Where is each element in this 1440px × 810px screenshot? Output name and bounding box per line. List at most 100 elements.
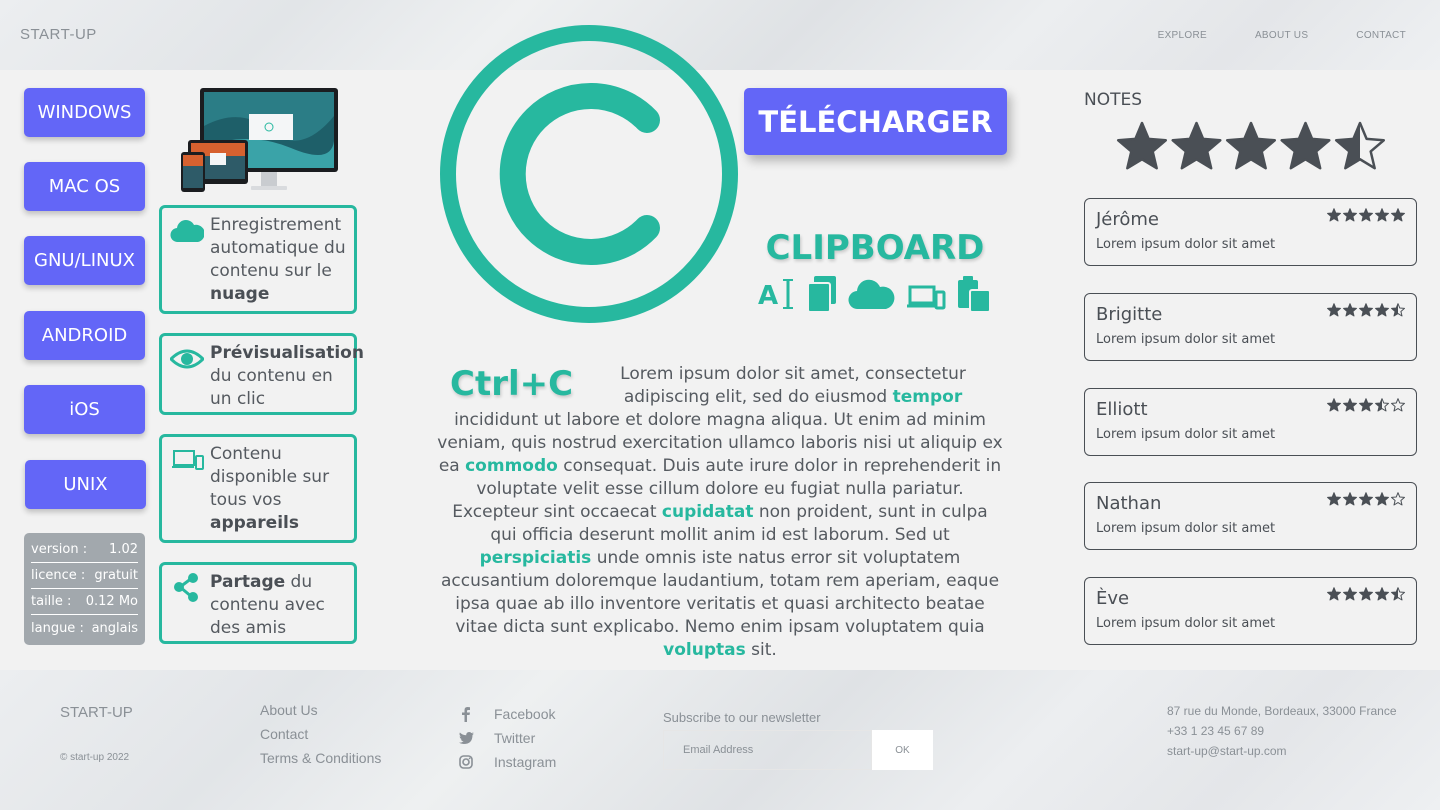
svg-text:A: A [758,281,778,311]
star-half-icon [1375,398,1389,412]
macos-button[interactable]: MAC OS [24,162,145,211]
review-stars [1327,587,1405,601]
star-full-icon [1343,303,1357,317]
facebook-icon [458,706,474,722]
highlight-word: tempor [892,387,963,407]
review-text: Lorem ipsum dolor sit amet [1096,521,1276,536]
main-nav: EXPLORE ABOUT US CONTACT [1110,30,1406,41]
footer-phone[interactable]: +33 1 23 45 67 89 [1167,724,1397,744]
feature-preview-text: Prévisualisation du contenu en un clic [210,343,364,409]
app-info-panel: version :1.02 licence : gratuit taille :0… [24,533,145,645]
reviewer-name: Nathan [1096,493,1162,514]
review-card: Elliott Lorem ipsum dolor sit amet [1084,388,1417,456]
star-full-icon [1375,492,1389,506]
review-card: Ève Lorem ipsum dolor sit amet [1084,577,1417,645]
star-full-icon [1343,492,1357,506]
review-stars [1327,398,1405,412]
star-full-icon [1327,492,1341,506]
star-full-icon [1359,492,1373,506]
nav-explore[interactable]: EXPLORE [1158,30,1207,41]
newsletter-ok-button[interactable]: OK [872,730,933,770]
star-full-icon [1375,303,1389,317]
footer-link-about[interactable]: About Us [260,702,381,726]
star-full-icon [1343,208,1357,222]
review-stars [1327,303,1405,317]
footer: START-UP © start-up 2022 About Us Contac… [0,670,1440,810]
footer-link-contact[interactable]: Contact [260,726,381,750]
cloud-icon [848,279,895,310]
star-full-icon [1359,587,1373,601]
star-full-icon [1280,121,1331,170]
description-text: Ctrl+C Lorem ipsum dolor sit amet, consec… [437,364,1003,660]
reviewer-name: Ève [1096,588,1130,609]
footer-email[interactable]: start-up@start-up.com [1167,744,1397,764]
footer-copyright: © start-up 2022 [60,752,130,763]
reviewer-name: Brigitte [1096,304,1163,325]
star-full-icon [1359,398,1373,412]
reviewer-name: Elliott [1096,399,1148,420]
star-full-icon [1359,208,1373,222]
star-half-icon [1334,121,1386,170]
star-full-icon [1359,303,1373,317]
review-card: Brigitte Lorem ipsum dolor sit amet [1084,293,1417,361]
clipboard-features-icons: A [758,276,991,313]
nav-about-us[interactable]: ABOUT US [1255,30,1308,41]
highlight-word: perspiciatis [479,548,592,568]
ios-button[interactable]: iOS [24,385,145,434]
star-full-icon [1327,208,1341,222]
share-icon [174,573,198,602]
newsletter-label: Subscribe to our newsletter [663,710,821,725]
star-full-icon [1343,398,1357,412]
feature-cloud-text: Enregistrement automatique du contenu su… [210,215,346,304]
feature-devices-text: Contenu disponible sur tous vos appareil… [210,444,330,533]
highlight-word: voluptas [663,640,746,660]
footer-link-terms[interactable]: Terms & Conditions [260,750,381,774]
nav-contact[interactable]: CONTACT [1356,30,1406,41]
social-twitter[interactable]: Twitter [458,726,556,750]
star-empty-icon [1391,492,1405,506]
social-facebook[interactable]: Facebook [458,702,556,726]
star-full-icon [1116,121,1168,170]
devices-icon [907,285,946,310]
linux-button[interactable]: GNU/LINUX [24,236,145,285]
social-instagram[interactable]: Instagram [458,750,556,774]
star-half-icon [1391,587,1405,601]
feature-devices: Contenu disponible sur tous vos appareil… [159,434,357,543]
review-card: Jérôme Lorem ipsum dolor sit amet [1084,198,1417,266]
info-licence: licence : gratuit [31,563,138,589]
star-full-icon [1375,208,1389,222]
star-full-icon [1343,587,1357,601]
review-text: Lorem ipsum dolor sit amet [1096,332,1276,347]
cloud-icon [170,220,204,243]
footer-address: 87 rue du Monde, Bordeaux, 33000 France [1167,704,1397,718]
notes-title: NOTES [1084,90,1143,110]
star-full-icon [1327,587,1341,601]
clipboard-title: CLIPBOARD [765,228,985,268]
star-full-icon [1225,121,1277,170]
android-button[interactable]: ANDROID [24,311,145,360]
info-version: version :1.02 [31,537,138,563]
newsletter-email-input[interactable] [663,730,872,770]
instagram-icon [458,754,474,770]
footer-brand[interactable]: START-UP [60,704,133,721]
feature-share-text: Partage du contenu avec des amis [210,572,325,638]
star-full-icon [1171,121,1222,170]
info-language: langue : anglais [31,620,138,636]
review-stars [1327,208,1405,222]
devices-icon [172,450,204,470]
brand-logo[interactable]: START-UP [20,26,97,43]
star-half-icon [1391,303,1405,317]
download-button[interactable]: TÉLÉCHARGER [744,88,1007,155]
feature-cloud: Enregistrement automatique du contenu su… [159,205,357,314]
footer-social: Facebook Twitter Instagram [458,702,556,774]
review-text: Lorem ipsum dolor sit amet [1096,427,1276,442]
windows-button[interactable]: WINDOWS [24,88,145,137]
twitter-icon [458,730,474,746]
unix-button[interactable]: UNIX [25,460,146,509]
copyright-logo-icon [440,25,738,323]
review-card: Nathan Lorem ipsum dolor sit amet [1084,482,1417,550]
highlight-word: commodo [465,456,558,476]
star-empty-icon [1391,398,1405,412]
text-cursor-icon: A [758,279,793,311]
reviewer-name: Jérôme [1096,209,1160,230]
